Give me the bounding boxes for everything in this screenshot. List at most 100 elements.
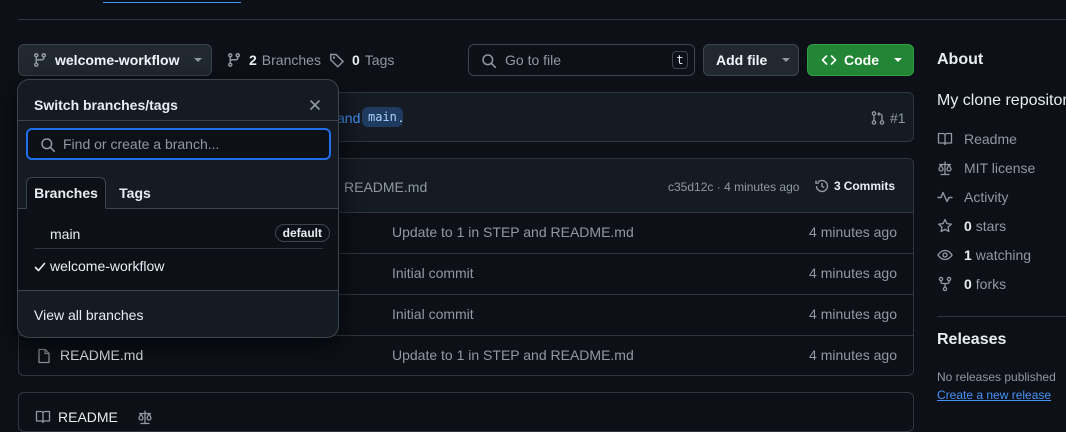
stars-label: stars xyxy=(975,218,1007,234)
branch-filter-input[interactable]: Find or create a branch... xyxy=(26,128,331,160)
file-name[interactable]: README.md xyxy=(60,347,143,363)
commit-message[interactable]: Initial commit xyxy=(392,265,474,281)
commit-message[interactable]: Update to 1 in STEP and README.md xyxy=(392,347,634,363)
caret-down-icon xyxy=(781,55,791,65)
branch-item-label: welcome-workflow xyxy=(50,258,165,274)
branch-item-welcome-workflow[interactable]: welcome-workflow xyxy=(26,252,331,280)
view-all-branches-link[interactable]: View all branches xyxy=(34,307,143,323)
create-release-link[interactable]: Create a new release xyxy=(937,388,1051,402)
about-title: About xyxy=(937,51,984,68)
tab-tags[interactable]: Tags xyxy=(110,177,160,209)
commit-time: 4 minutes ago xyxy=(809,306,897,322)
latest-commit-meta: c35d12c · 4 minutes ago xyxy=(668,180,799,194)
commits-label: Commits xyxy=(843,179,896,193)
caret-down-icon xyxy=(193,55,203,65)
git-branch-icon xyxy=(32,52,48,68)
shortcut-key: t xyxy=(672,51,688,69)
no-releases-text: No releases published xyxy=(937,370,1056,384)
forks-count: 0 xyxy=(964,276,972,292)
go-to-file-input[interactable]: Go to file t xyxy=(468,44,695,76)
readme-label: Readme xyxy=(964,131,1017,147)
pr-number: #1 xyxy=(890,110,906,126)
search-icon xyxy=(481,53,497,69)
branch-select-button[interactable]: welcome-workflow xyxy=(18,44,212,76)
branch-dropdown: Switch branches/tags Find or create a br… xyxy=(17,79,339,338)
forks-link[interactable]: 0 forks xyxy=(937,276,1006,292)
close-icon[interactable] xyxy=(308,98,322,112)
commit-message[interactable]: Update to 1 in STEP and README.md xyxy=(392,224,634,240)
commit-time: 4 minutes ago xyxy=(809,347,897,363)
eye-icon xyxy=(937,247,964,263)
readme-bar: README xyxy=(18,392,914,432)
code-button[interactable]: Code xyxy=(807,44,914,76)
dropdown-header-divider xyxy=(18,120,338,121)
tags-count: 0 xyxy=(352,52,360,68)
latest-commit-message[interactable]: README.md xyxy=(344,179,427,195)
commit-message[interactable]: Initial commit xyxy=(392,306,474,322)
star-icon xyxy=(937,218,964,234)
branches-count: 2 xyxy=(249,52,257,68)
tags-link[interactable]: 0 Tags xyxy=(329,52,394,68)
branches-link[interactable]: 2 Branches xyxy=(226,52,321,68)
commits-count: 3 xyxy=(834,179,841,193)
commit-hash[interactable]: c35d12c xyxy=(668,180,713,194)
period: . xyxy=(399,109,403,125)
code-label: Code xyxy=(844,52,879,68)
file-icon xyxy=(36,348,52,364)
commit-time: 4 minutes ago xyxy=(724,180,800,194)
tab-branches[interactable]: Branches xyxy=(26,177,106,209)
history-icon xyxy=(814,178,830,194)
header-divider xyxy=(18,19,1066,20)
book-icon xyxy=(35,409,51,425)
top-link-fragment[interactable] xyxy=(103,0,241,3)
law-icon xyxy=(137,409,153,425)
activity-label: Activity xyxy=(964,189,1009,205)
add-file-label: Add file xyxy=(716,52,768,68)
code-icon xyxy=(821,52,837,68)
releases-title[interactable]: Releases xyxy=(937,331,1006,349)
watching-label: watching xyxy=(975,247,1032,263)
book-icon xyxy=(937,131,964,147)
license-link[interactable]: MIT license xyxy=(937,160,1035,176)
branch-filter-placeholder: Find or create a branch... xyxy=(63,136,220,152)
commit-time: 4 minutes ago xyxy=(809,224,897,240)
watching-link[interactable]: 1 watching xyxy=(937,247,1031,263)
stars-count: 0 xyxy=(964,218,972,234)
meta-separator: · xyxy=(716,180,721,194)
caret-down-icon xyxy=(893,55,903,65)
tab-branches-label: Branches xyxy=(34,185,98,201)
tag-icon xyxy=(329,52,345,68)
branch-list-divider xyxy=(34,248,323,249)
license-label: MIT license xyxy=(964,160,1036,176)
dropdown-footer-divider xyxy=(18,290,338,291)
branch-select-label: welcome-workflow xyxy=(55,52,180,68)
forks-label: forks xyxy=(975,276,1007,292)
repo-forked-icon xyxy=(937,276,964,292)
sidebar-divider xyxy=(937,316,1066,317)
branch-item-main[interactable]: main default xyxy=(26,220,331,248)
tab-tags-label: Tags xyxy=(119,185,151,201)
table-row[interactable]: README.md Update to 1 in STEP and README… xyxy=(19,335,913,375)
pull-request-link[interactable]: #1 xyxy=(870,110,906,126)
commits-link[interactable]: 3 Commits xyxy=(814,178,895,194)
watching-count: 1 xyxy=(964,247,972,263)
branch-item-label: main xyxy=(50,226,81,242)
default-badge: default xyxy=(274,224,330,242)
git-branch-icon xyxy=(226,52,242,68)
stars-link[interactable]: 0 stars xyxy=(937,218,1006,234)
about-description: My clone repositor xyxy=(937,92,1066,109)
search-icon xyxy=(40,137,56,153)
law-icon xyxy=(937,160,964,176)
commit-time: 4 minutes ago xyxy=(809,265,897,281)
tags-label: Tags xyxy=(364,52,395,68)
pulse-icon xyxy=(937,189,964,205)
go-to-file-placeholder: Go to file xyxy=(505,52,562,68)
git-pull-request-icon xyxy=(870,110,886,126)
add-file-button[interactable]: Add file xyxy=(703,44,799,76)
branch-chip: main xyxy=(362,107,403,127)
readme-tab-label[interactable]: README xyxy=(58,409,118,425)
activity-link[interactable]: Activity xyxy=(937,189,1008,205)
compare-banner-link-text[interactable]: and xyxy=(337,110,360,126)
readme-link[interactable]: Readme xyxy=(937,131,1017,147)
check-icon xyxy=(34,261,46,273)
